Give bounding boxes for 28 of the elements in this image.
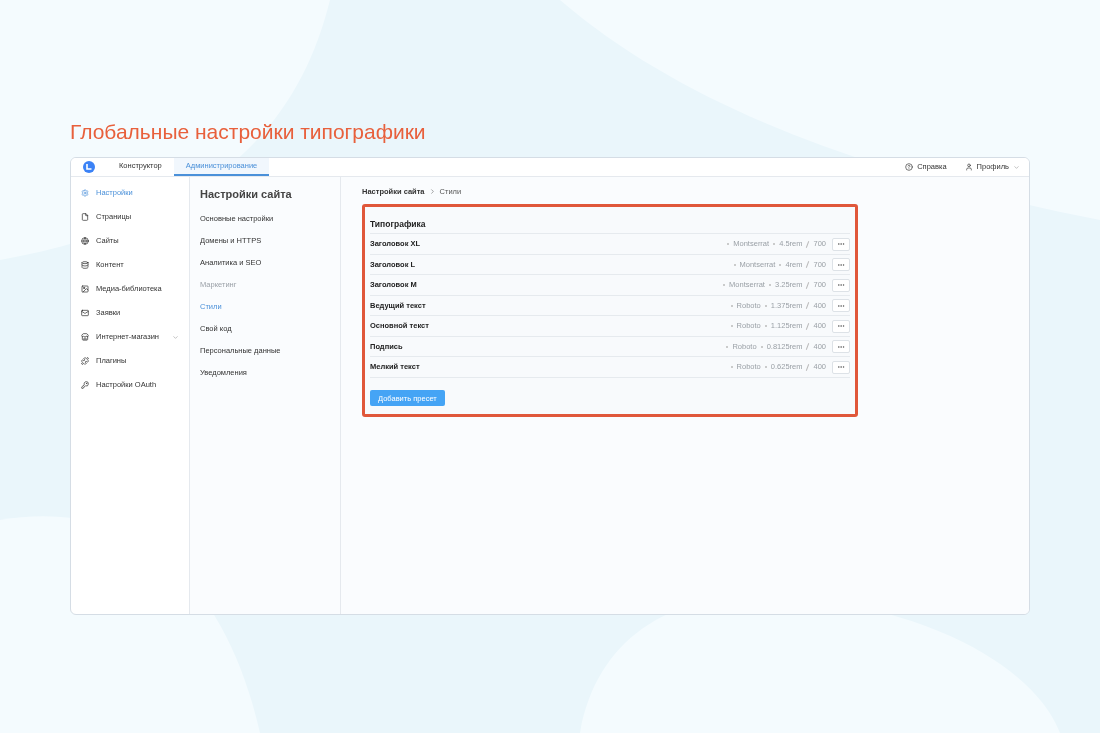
store-icon: [81, 333, 89, 341]
more-icon: [837, 281, 845, 289]
more-icon: [837, 363, 845, 371]
more-button[interactable]: [832, 340, 850, 353]
more-button[interactable]: [832, 237, 850, 251]
help-icon: [905, 163, 914, 171]
more-button[interactable]: [832, 258, 850, 271]
more-icon: [837, 240, 845, 248]
envelope-icon: [81, 309, 89, 317]
puzzle-icon: [81, 357, 89, 365]
card-title: Типографика: [370, 217, 427, 231]
more-button[interactable]: [832, 299, 850, 312]
page-heading: Глобальные настройки типографики: [70, 119, 426, 145]
image-icon: [81, 285, 89, 293]
user-icon: [964, 163, 973, 171]
chevron-down-icon: [1013, 163, 1020, 171]
chevron-right-icon: [428, 188, 436, 196]
globe-icon: [81, 237, 89, 245]
subnav-title: Настройки сайта: [200, 187, 292, 202]
more-button[interactable]: [832, 319, 850, 333]
more-button[interactable]: [832, 360, 850, 374]
more-icon: [837, 322, 845, 330]
database-icon: [81, 261, 89, 269]
more-button[interactable]: [832, 278, 850, 292]
file-icon: [81, 213, 89, 221]
gear-icon: [81, 189, 89, 197]
logo-icon: [83, 161, 95, 173]
key-icon: [81, 381, 89, 389]
